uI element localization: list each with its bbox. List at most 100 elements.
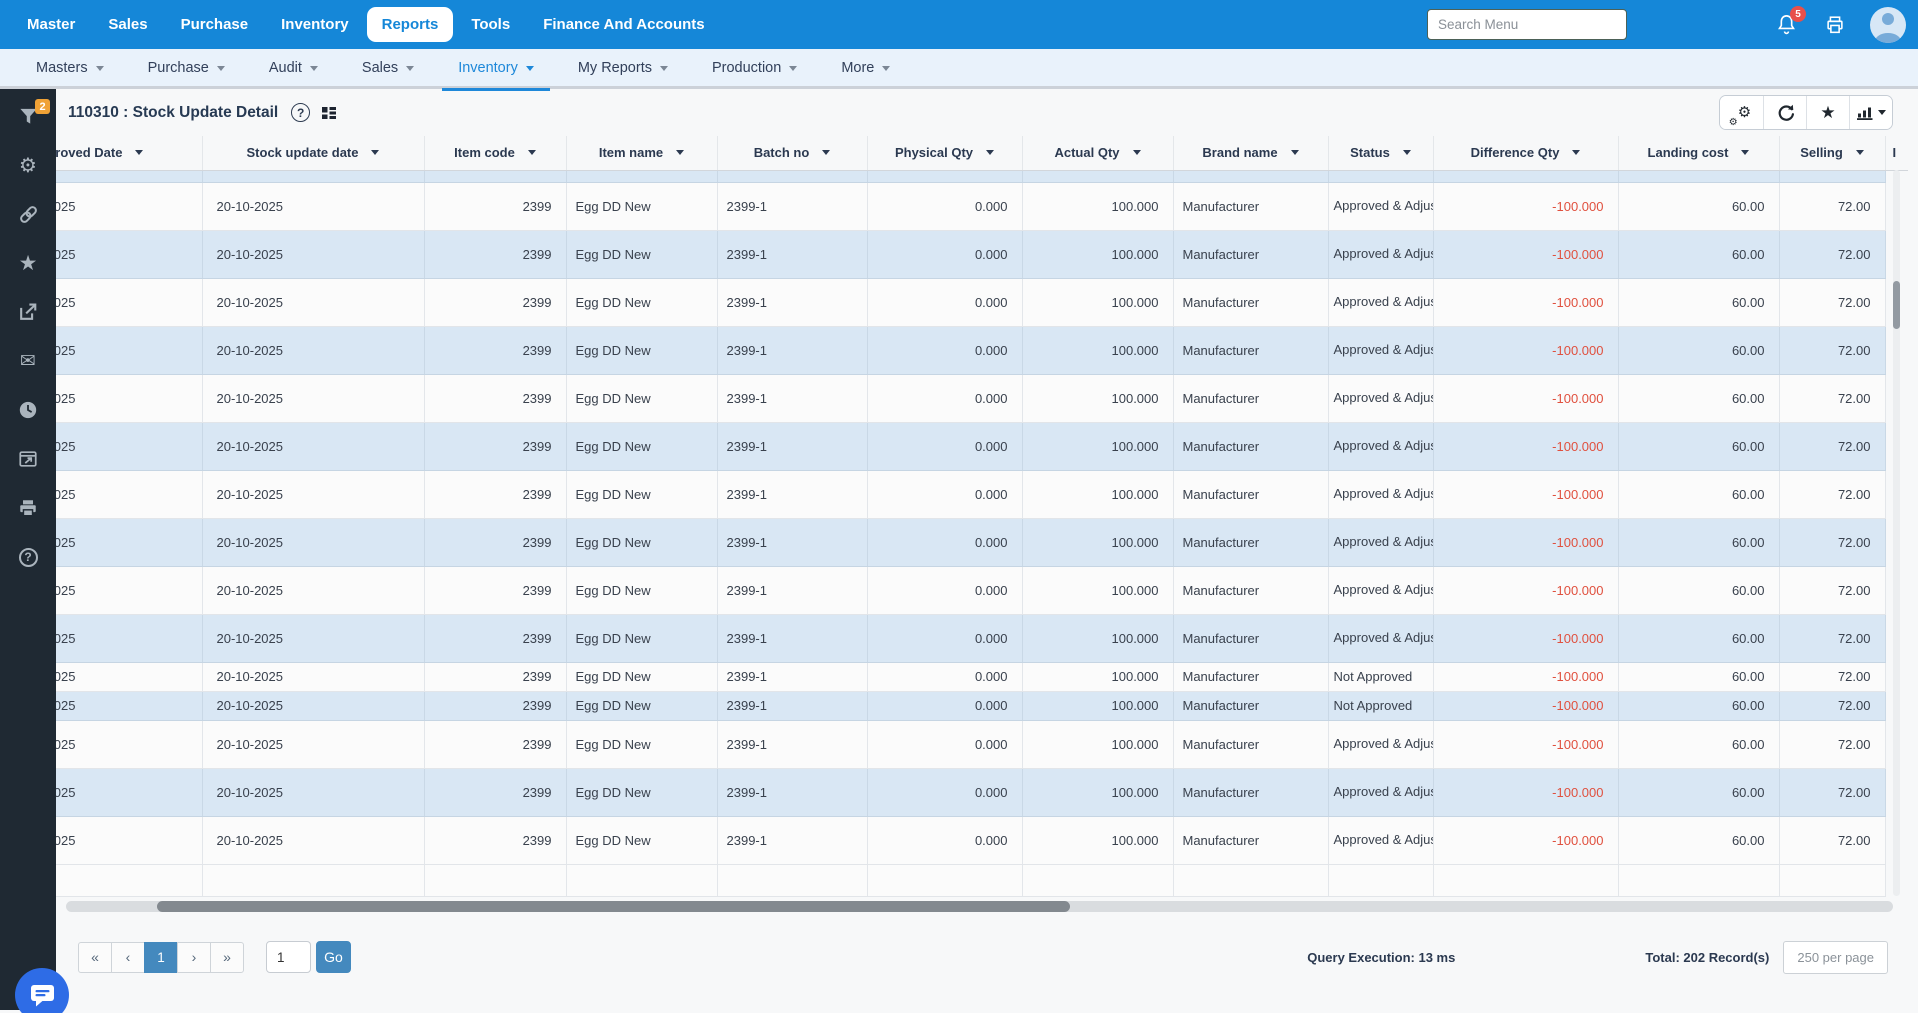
window-refresh-icon[interactable]	[17, 448, 39, 470]
cell-difference_qty: -100.000	[1433, 768, 1618, 816]
table-row[interactable]: 20-10-202520-10-20252399Egg DD New2399-1…	[56, 470, 1908, 518]
go-button[interactable]: Go	[316, 941, 351, 973]
top-nav-items: MasterSalesPurchaseInventoryReportsTools…	[12, 7, 723, 42]
table-row[interactable]: 20-10-202520-10-20252399Egg DD New2399-1…	[56, 566, 1908, 614]
table-row[interactable]: 20-10-202520-10-20252399Egg DD New2399-1…	[56, 518, 1908, 566]
cell-physical_qty: 0.000	[867, 662, 1022, 691]
chart-view-button[interactable]	[1849, 96, 1892, 129]
cell-item_name: Egg DD New	[566, 374, 717, 422]
column-header-stock_update_date[interactable]: Stock update date	[202, 136, 424, 170]
table-row[interactable]: 20-10-202520-10-20252399Egg DD New2399-1…	[56, 422, 1908, 470]
sub-nav-item-audit[interactable]: Audit	[247, 48, 340, 88]
table-row[interactable]: 20-10-202520-10-20252399Egg DD New2399-1…	[56, 326, 1908, 374]
cell-physical_qty: 0.000	[867, 374, 1022, 422]
vertical-scrollbar-thumb[interactable]	[1893, 281, 1900, 329]
cell-batch_no: 2399-1	[717, 518, 867, 566]
top-nav-item-master[interactable]: Master	[12, 7, 90, 42]
favorite-button[interactable]: ★	[1806, 96, 1849, 129]
cell-item_name: Egg DD New	[566, 278, 717, 326]
refresh-button[interactable]	[1763, 96, 1806, 129]
cell-difference_qty: -100.000	[1433, 182, 1618, 230]
prev-page-button[interactable]: ‹	[111, 942, 145, 973]
chat-fab-button[interactable]	[15, 968, 69, 1013]
table-row[interactable]: 20-10-202520-10-20252399Egg DD New2399-1…	[56, 768, 1908, 816]
table-row[interactable]: 20-10-202520-10-20252399Egg DD New2399-1…	[56, 374, 1908, 422]
cell-approved_date: 20-10-2025	[56, 816, 202, 864]
cell-value: 2399	[523, 535, 552, 550]
column-header-selling[interactable]: Selling	[1779, 136, 1885, 170]
column-header-item_code[interactable]: Item code	[424, 136, 566, 170]
sub-nav-item-purchase[interactable]: Purchase	[126, 48, 247, 88]
horizontal-scrollbar-thumb[interactable]	[157, 901, 1070, 912]
column-header-difference_qty[interactable]: Difference Qty	[1433, 136, 1618, 170]
user-avatar[interactable]	[1870, 7, 1906, 43]
column-header-physical_qty[interactable]: Physical Qty	[867, 136, 1022, 170]
cell-value: -100.000	[1552, 295, 1603, 310]
cell-value: 20-10-2025	[56, 199, 76, 214]
sub-nav-item-masters[interactable]: Masters	[14, 48, 126, 88]
top-nav-item-inventory[interactable]: Inventory	[266, 7, 364, 42]
table-row[interactable]: 20-10-202520-10-20252399Egg DD New2399-1…	[56, 278, 1908, 326]
search-input[interactable]	[1427, 9, 1627, 40]
next-page-button[interactable]: ›	[177, 942, 211, 973]
cell-landing_cost: 60.00	[1618, 720, 1779, 768]
goto-page-input[interactable]	[266, 941, 311, 973]
top-nav-item-sales[interactable]: Sales	[93, 7, 162, 42]
cell-value: Approved & Adjusted	[1334, 294, 1434, 309]
cell-approved_date: 20-10-2025	[56, 422, 202, 470]
bar-chart-icon	[1857, 105, 1874, 120]
top-nav-item-tools[interactable]: Tools	[456, 7, 525, 42]
sub-nav-item-my-reports[interactable]: My Reports	[556, 48, 690, 88]
column-header-approved_date[interactable]: Approved Date	[56, 136, 202, 170]
cell-batch_no: 2399-1	[717, 720, 867, 768]
column-header-item_name[interactable]: Item name	[566, 136, 717, 170]
sub-nav-item-production[interactable]: Production	[690, 48, 819, 88]
table-row[interactable]: 20-10-202520-10-20252399Egg DD New2399-1…	[56, 182, 1908, 230]
link-icon[interactable]	[17, 203, 39, 225]
table-row[interactable]: 20-10-202520-10-20252399Egg DD New2399-1…	[56, 720, 1908, 768]
table-row[interactable]: 20-10-202520-10-20252399Egg DD New2399-1…	[56, 614, 1908, 662]
notifications-button[interactable]: 5	[1775, 13, 1798, 36]
cell-brand_name: Manufacturer	[1173, 662, 1328, 691]
top-nav-item-purchase[interactable]: Purchase	[166, 7, 264, 42]
last-page-button[interactable]: »	[210, 942, 244, 973]
printer-icon	[1824, 14, 1846, 36]
mail-icon[interactable]: ✉	[17, 350, 39, 372]
print-sidebar-icon[interactable]	[17, 497, 39, 519]
table-row[interactable]: 20-10-202520-10-20252399Egg DD New2399-1…	[56, 230, 1908, 278]
settings-gear-icon[interactable]: ⚙	[17, 154, 39, 176]
cell-batch_no: 2399-1	[717, 566, 867, 614]
column-header-status[interactable]: Status	[1328, 136, 1433, 170]
column-header-actual_qty[interactable]: Actual Qty	[1022, 136, 1173, 170]
report-help-icon[interactable]: ?	[291, 103, 310, 122]
horizontal-scrollbar[interactable]	[66, 901, 1893, 912]
column-header-inner: Selling	[1780, 145, 1885, 160]
first-page-button[interactable]: «	[78, 942, 112, 973]
process-settings-button[interactable]: ⚙⚙	[1720, 96, 1763, 129]
cell-value: Approved & Adjusted	[1334, 630, 1434, 645]
column-header-landing_cost[interactable]: Landing cost	[1618, 136, 1779, 170]
filter-icon[interactable]: 2	[17, 105, 39, 127]
column-header-brand_name[interactable]: Brand name	[1173, 136, 1328, 170]
page-number-button[interactable]: 1	[144, 942, 178, 973]
print-button[interactable]	[1824, 14, 1846, 36]
per-page-selector[interactable]: 250 per page	[1783, 941, 1888, 974]
top-nav-item-reports[interactable]: Reports	[367, 7, 454, 42]
sub-nav-item-more[interactable]: More	[819, 48, 912, 88]
cell-brand_name: Manufacturer	[1173, 422, 1328, 470]
history-clock-icon[interactable]	[17, 399, 39, 421]
export-icon[interactable]	[17, 301, 39, 323]
sub-nav-item-inventory[interactable]: Inventory	[436, 48, 556, 88]
cell-item_name: Egg DD New	[566, 182, 717, 230]
table-row[interactable]: 20-10-202520-10-20252399Egg DD New2399-1…	[56, 662, 1908, 691]
favorites-star-icon[interactable]: ★	[17, 252, 39, 274]
top-nav-item-finance-and-accounts[interactable]: Finance And Accounts	[528, 7, 719, 42]
sub-nav-item-sales[interactable]: Sales	[340, 48, 436, 88]
help-icon[interactable]: ?	[17, 546, 39, 568]
cell-status: Approved & Adjusted	[1328, 518, 1433, 566]
vertical-scrollbar[interactable]	[1893, 170, 1900, 896]
report-layout-grid-icon[interactable]	[321, 105, 337, 121]
table-row[interactable]: 20-10-202520-10-20252399Egg DD New2399-1…	[56, 691, 1908, 720]
column-header-batch_no[interactable]: Batch no	[717, 136, 867, 170]
table-row[interactable]: 20-10-202520-10-20252399Egg DD New2399-1…	[56, 816, 1908, 864]
